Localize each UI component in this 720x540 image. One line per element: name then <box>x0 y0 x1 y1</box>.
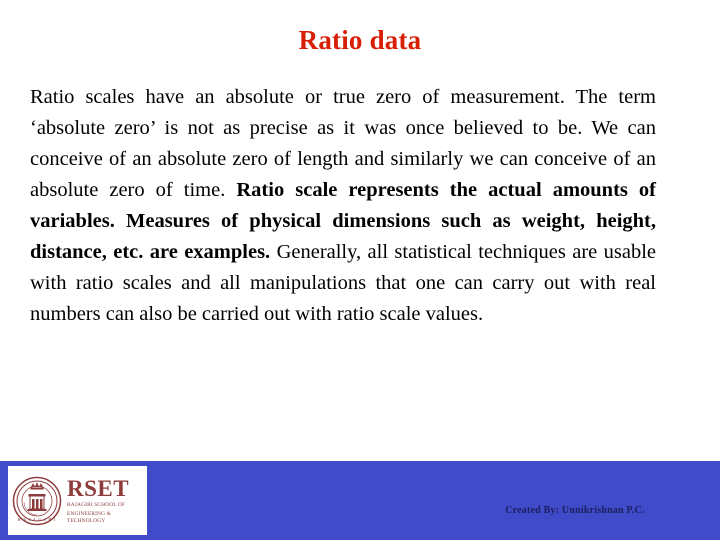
svg-text:R A J A G I R I: R A J A G I R I <box>18 517 57 522</box>
rajagiri-crest-icon: R A J A G I R I <box>12 476 62 525</box>
page-title: Ratio data <box>298 25 422 55</box>
institution-logo: R A J A G I R I RSET RAJAGIRI SCHOOL OF … <box>8 466 147 535</box>
logo-subtitle-line1: RAJAGIRI SCHOOL OF <box>67 501 126 508</box>
credit-text: Created By: Unnikrishnan P.C. <box>505 505 645 516</box>
logo-acronym: RSET <box>67 475 130 501</box>
slide-canvas: Ratio data Ratio scales have an absolute… <box>0 0 720 540</box>
body-paragraph: Ratio scales have an absolute or true ze… <box>30 82 656 330</box>
logo-subtitle-line2: ENGINEERING & TECHNOLOGY <box>67 510 112 524</box>
